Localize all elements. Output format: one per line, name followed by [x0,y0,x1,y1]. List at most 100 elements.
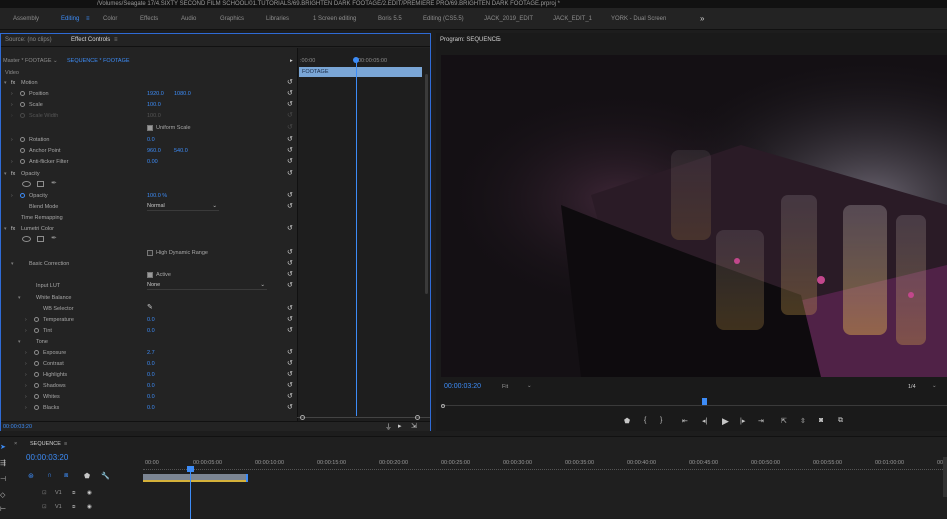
lumetri-ellipse-mask-icon[interactable] [22,236,31,242]
expand-blacks-icon[interactable]: › [25,405,27,411]
blacks-value[interactable]: 0.0 [147,403,155,413]
reset-motion-icon[interactable]: ↺ [287,78,294,88]
step-forward-icon[interactable]: |▸ [740,417,745,425]
expand-contrast-icon[interactable]: › [25,361,27,367]
panel-menu-icon[interactable]: ≡ [114,34,118,47]
temperature-value[interactable]: 0.0 [147,315,155,325]
scroll-handle-left[interactable] [300,415,305,420]
expand-tint-icon[interactable]: › [25,328,27,334]
timeline-ruler[interactable]: 00:00 00:00:05:00 00:00:10:00 00:00:15:0… [143,453,947,473]
razor-tool-icon[interactable]: ◇ [0,491,5,499]
sequence-clip-label[interactable]: SEQUENCE * FOOTAGE [67,56,130,66]
fit-dropdown[interactable]: Fit [502,382,508,392]
stopwatch-scale-icon[interactable] [20,102,25,107]
mark-in-icon[interactable]: { [644,417,646,424]
input-lut-dropdown[interactable]: None ⌄ [147,281,267,290]
slip-tool-icon[interactable]: ⊢ [0,505,6,513]
fx-badge-lumetri[interactable]: fx [11,224,15,234]
expand-whites-icon[interactable]: › [25,394,27,400]
master-clip-label[interactable]: Master * FOOTAGE [3,56,52,66]
workspace-1-screen[interactable]: 1 Screen editing [313,8,356,30]
go-to-in-icon[interactable]: ⇤ [682,417,688,425]
export-frame-icon[interactable]: ◙ [819,417,823,424]
stopwatch-whites-icon[interactable] [34,394,39,399]
tab-source[interactable]: Source: (no clips) [5,34,52,47]
shadows-value[interactable]: 0.0 [147,381,155,391]
reset-whites-icon[interactable]: ↺ [287,392,294,402]
reset-opacity-icon[interactable]: ↺ [287,191,294,201]
reset-highlights-icon[interactable]: ↺ [287,370,294,380]
stopwatch-contrast-icon[interactable] [34,361,39,366]
scroll-handle-right[interactable] [415,415,420,420]
track-v1-lock-icon[interactable]: ⊡ [42,502,47,512]
close-sequence-icon[interactable]: × [14,439,17,449]
stopwatch-position-icon[interactable] [20,91,25,96]
lumetri-rectangle-mask-icon[interactable] [37,236,44,242]
reset-opacity-group-icon[interactable]: ↺ [287,169,294,179]
sequence-menu-icon[interactable]: ≡ [64,439,67,449]
anchor-y-value[interactable]: 540.0 [174,146,188,156]
ripple-tool-icon[interactable]: ⊣ [0,475,6,483]
wrench-icon[interactable]: 🔧 [101,472,110,480]
expand-white-balance-icon[interactable]: ▾ [18,295,21,301]
expand-temperature-icon[interactable]: › [25,317,27,323]
expand-exposure-icon[interactable]: › [25,350,27,356]
scale-value[interactable]: 100.0 [147,100,161,110]
play-audio-icon[interactable]: ▸ [398,422,402,430]
reset-wb-icon[interactable]: ↺ [287,304,294,314]
snap-icon[interactable]: ∩ [47,472,52,479]
reset-blacks-icon[interactable]: ↺ [287,403,294,413]
add-marker-icon[interactable]: ⬟ [624,417,630,425]
effect-playhead-handle[interactable] [353,57,359,63]
compare-view-icon[interactable]: ⧉ [838,417,843,425]
stopwatch-exposure-icon[interactable] [34,350,39,355]
track-v1-label[interactable]: V1 [55,502,62,512]
lift-icon[interactable]: ⇱ [781,417,787,425]
position-y-value[interactable]: 1080.0 [174,89,191,99]
expand-basic-correction-icon[interactable]: ▾ [11,261,14,267]
reset-active-icon[interactable]: ↺ [287,270,294,280]
blend-mode-dropdown[interactable]: Normal ⌄ [147,202,219,211]
effect-playhead-line[interactable] [356,60,357,416]
stopwatch-shadows-icon[interactable] [34,383,39,388]
track-v1-eye-icon[interactable]: ◉ [87,502,92,512]
reset-scale-icon[interactable]: ↺ [287,100,294,110]
stopwatch-opacity-icon[interactable] [20,193,25,198]
whites-value[interactable]: 0.0 [147,392,155,402]
reset-rotation-icon[interactable]: ↺ [287,135,294,145]
program-timecode[interactable]: 00:00:03:20 [444,382,481,392]
track-v2-label[interactable]: V1 [55,488,62,498]
effect-controls-scrollbar[interactable] [425,74,428,294]
reset-lumetri-icon[interactable]: ↺ [287,224,294,234]
stopwatch-tint-icon[interactable] [34,328,39,333]
effect-clip-bar[interactable]: FOOTAGE [299,67,422,77]
effect-timeline-area[interactable] [297,48,430,430]
linked-selection-icon[interactable]: ⧈ [64,472,68,480]
expand-opacity-group-icon[interactable]: ▾ [4,171,7,177]
time-remapping-label[interactable]: Time Remapping [21,213,63,223]
stopwatch-rotation-icon[interactable] [20,137,25,142]
sequence-tab[interactable]: SEQUENCE [30,439,61,449]
workspace-libraries[interactable]: Libraries [266,8,289,30]
nest-icon[interactable]: ⊛ [28,472,34,480]
reset-tint-icon[interactable]: ↺ [287,326,294,336]
timeline-timecode[interactable]: 00:00:03:20 [26,453,68,463]
effect-controls-timecode[interactable]: 00:00:03:20 [3,422,32,432]
step-back-icon[interactable]: ◂| [702,417,707,425]
workspace-boris[interactable]: Boris 5.5 [378,8,402,30]
anchor-x-value[interactable]: 960.0 [147,146,161,156]
stopwatch-anchor-icon[interactable] [20,148,25,153]
expand-scale-icon[interactable]: › [11,102,13,108]
timeline-playhead-line[interactable] [190,467,191,519]
workspace-menu-icon[interactable]: ≡ [86,8,90,30]
ellipse-mask-icon[interactable] [22,181,31,187]
workspace-color[interactable]: Color [103,8,117,30]
expand-shadows-icon[interactable]: › [25,383,27,389]
mark-out-icon[interactable]: } [660,417,662,424]
go-to-out-icon[interactable]: ⇥ [758,417,764,425]
reset-contrast-icon[interactable]: ↺ [287,359,294,369]
workspace-assembly[interactable]: Assembly [13,8,39,30]
tint-value[interactable]: 0.0 [147,326,155,336]
program-monitor-title[interactable]: Program: SEQUENCE [440,35,500,45]
exposure-value[interactable]: 2.7 [147,348,155,358]
